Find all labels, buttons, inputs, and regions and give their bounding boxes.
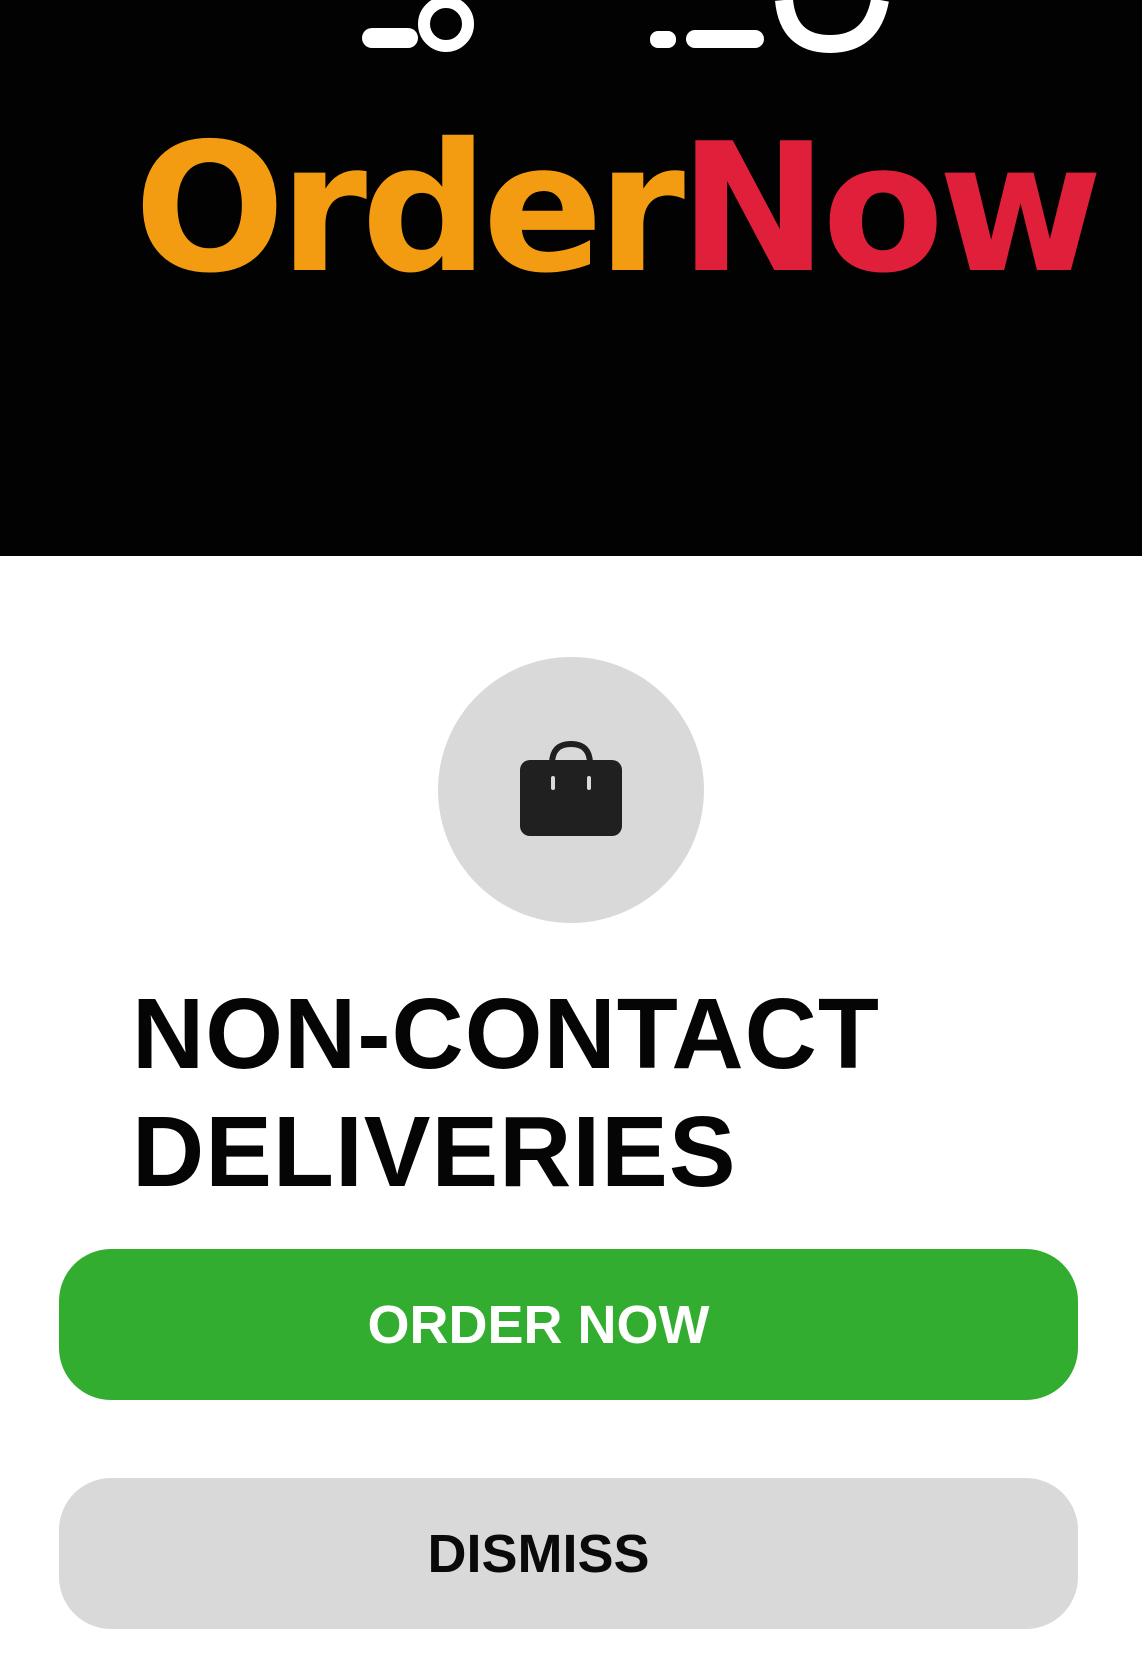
logo-order-text: Order xyxy=(134,105,685,312)
order-now-label: ORDER NOW xyxy=(367,1294,710,1355)
order-now-button[interactable]: ORDER NOW xyxy=(59,1249,1078,1400)
shopping-bag-icon xyxy=(520,740,622,836)
ordernow-logo: OrderNow xyxy=(134,120,1103,298)
dismiss-button[interactable]: DISMISS xyxy=(59,1478,1078,1629)
promo-screen: OrderNow NON-CONTACT DELIVERIES ORDER NO… xyxy=(0,0,1142,1661)
logo-now-text: Now xyxy=(679,105,1103,312)
hero-banner: OrderNow xyxy=(0,0,1142,556)
dismiss-label: DISMISS xyxy=(427,1523,650,1584)
promo-title: NON-CONTACT DELIVERIES xyxy=(132,975,1032,1211)
promo-title-line-1: NON-CONTACT xyxy=(132,978,880,1090)
promo-title-line-2: DELIVERIES xyxy=(132,1096,737,1208)
bag-icon-badge xyxy=(438,657,704,923)
